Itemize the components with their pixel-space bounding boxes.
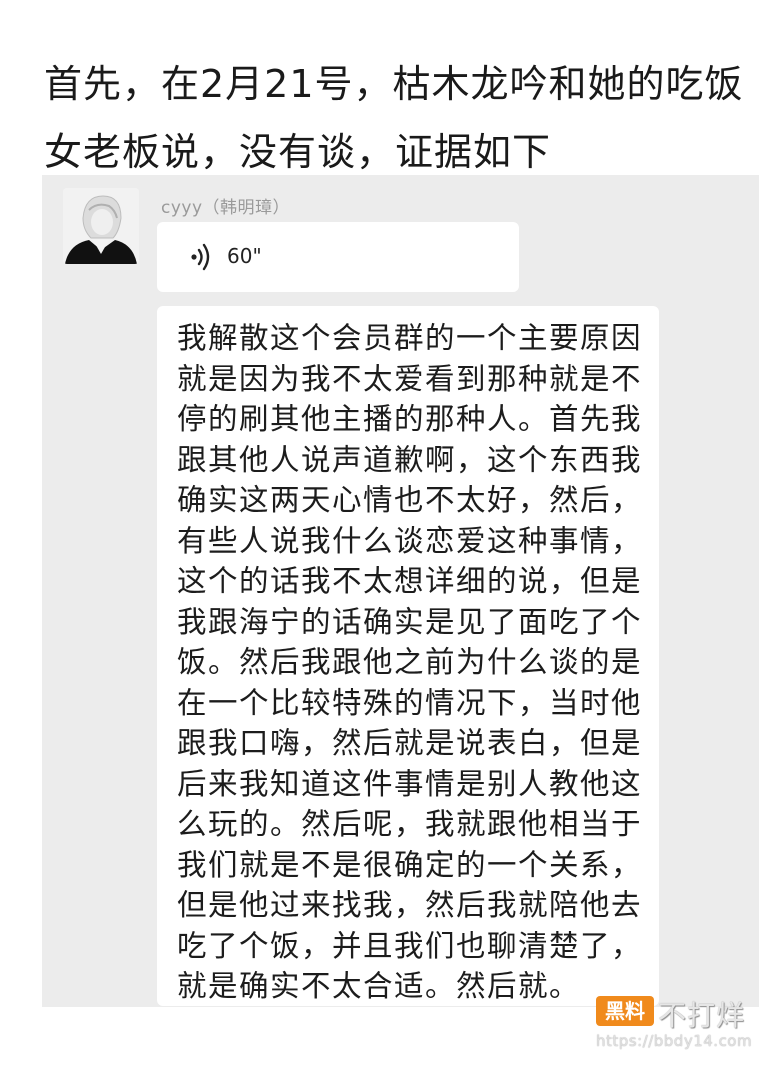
avatar-portrait-icon (63, 188, 139, 264)
voice-message-bubble[interactable]: 60" (157, 222, 519, 292)
site-watermark: 黑料 不打烊 https://bbdy14.com (596, 994, 772, 1056)
watermark-url: https://bbdy14.com (596, 1032, 753, 1050)
voice-duration: 60" (227, 244, 262, 268)
message-text: 我解散这个会员群的一个主要原因就是因为我不太爱看到那种就是不停的刷其他主播的那种… (177, 321, 643, 1003)
watermark-slogan: 不打烊 (658, 999, 746, 1032)
watermark-badge: 黑料 (596, 996, 654, 1026)
sender-avatar[interactable] (63, 188, 139, 264)
text-message-bubble[interactable]: 我解散这个会员群的一个主要原因就是因为我不太爱看到那种就是不停的刷其他主播的那种… (157, 306, 659, 1006)
post-headline: 首先，在2月21号，枯木龙吟和她的吃饭女老板说，没有谈，证据如下 (44, 62, 744, 174)
voice-wave-icon (191, 243, 210, 271)
screenshot-page: 首先，在2月21号，枯木龙吟和她的吃饭女老板说，没有谈，证据如下 cyyy（韩明… (0, 0, 780, 1075)
sender-name: cyyy（韩明璋） (161, 198, 291, 218)
